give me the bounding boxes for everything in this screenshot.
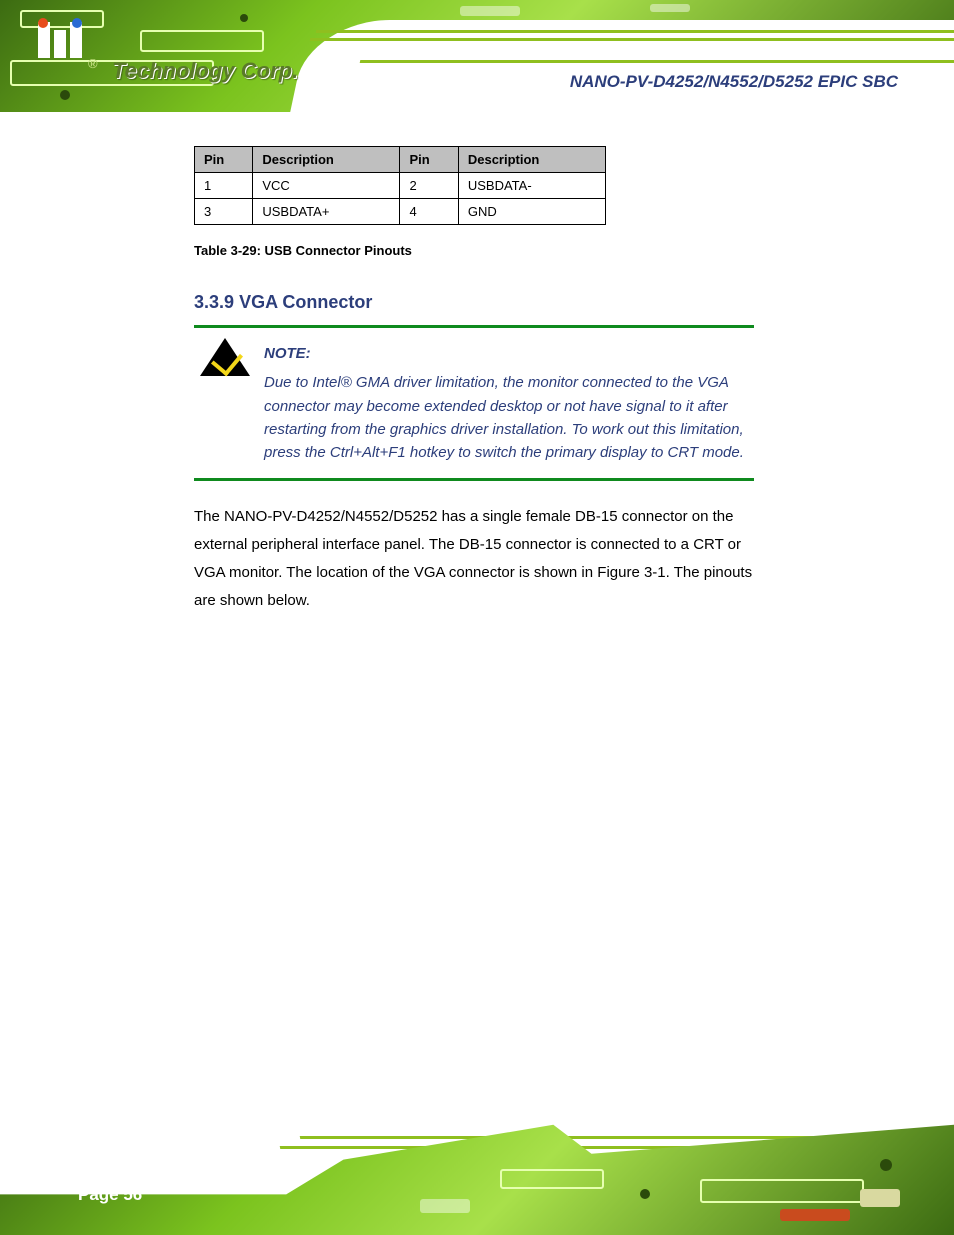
table-cell: USBDATA+ — [253, 199, 400, 225]
document-title: NANO-PV-D4252/N4552/D5252 EPIC SBC — [570, 72, 898, 92]
registered-mark: ® — [88, 56, 98, 71]
note-bottom-rule — [194, 478, 754, 481]
page-header: ® Technology Corp. NANO-PV-D4252/N4552/D… — [0, 0, 954, 112]
header-white-sweep — [290, 20, 954, 112]
table-cell: 1 — [195, 173, 253, 199]
note-callout: NOTE: Due to Intel® GMA driver limitatio… — [194, 325, 754, 481]
table-header: Pin — [400, 147, 458, 173]
pinout-table: Pin Description Pin Description 1 VCC 2 … — [194, 146, 606, 225]
table-header-row: Pin Description Pin Description — [195, 147, 606, 173]
table-cell: 4 — [400, 199, 458, 225]
header-stripe — [360, 60, 954, 63]
note-heading: NOTE: — [264, 342, 754, 365]
section-number: 3.3.9 — [194, 292, 234, 312]
section-title: VGA Connector — [239, 292, 372, 312]
table-cell: 2 — [400, 173, 458, 199]
table-cell: USBDATA- — [458, 173, 605, 199]
header-stripe — [310, 38, 954, 41]
table-cell: VCC — [253, 173, 400, 199]
note-check-icon — [200, 338, 250, 376]
note-body-text: Due to Intel® GMA driver limitation, the… — [264, 374, 744, 461]
table-row: 1 VCC 2 USBDATA- — [195, 173, 606, 199]
logo-dot-orange — [38, 18, 48, 28]
logo-dot-blue — [72, 18, 82, 28]
logo-tagline: Technology Corp. — [112, 58, 298, 84]
page-number: Page 56 — [78, 1185, 142, 1205]
table-header: Pin — [195, 147, 253, 173]
page-footer: Page 56 — [0, 1119, 954, 1235]
note-text: NOTE: Due to Intel® GMA driver limitatio… — [264, 338, 754, 464]
table-cell: GND — [458, 199, 605, 225]
page-content: Pin Description Pin Description 1 VCC 2 … — [194, 146, 754, 614]
header-stripe — [316, 30, 954, 33]
section-heading: 3.3.9 VGA Connector — [194, 292, 754, 313]
table-row: 3 USBDATA+ 4 GND — [195, 199, 606, 225]
body-paragraph: The NANO-PV-D4252/N4552/D5252 has a sing… — [194, 503, 754, 614]
table-header: Description — [458, 147, 605, 173]
table-header: Description — [253, 147, 400, 173]
table-cell: 3 — [195, 199, 253, 225]
table-caption: Table 3-29: USB Connector Pinouts — [194, 243, 754, 258]
iei-logo: ® — [38, 22, 82, 58]
